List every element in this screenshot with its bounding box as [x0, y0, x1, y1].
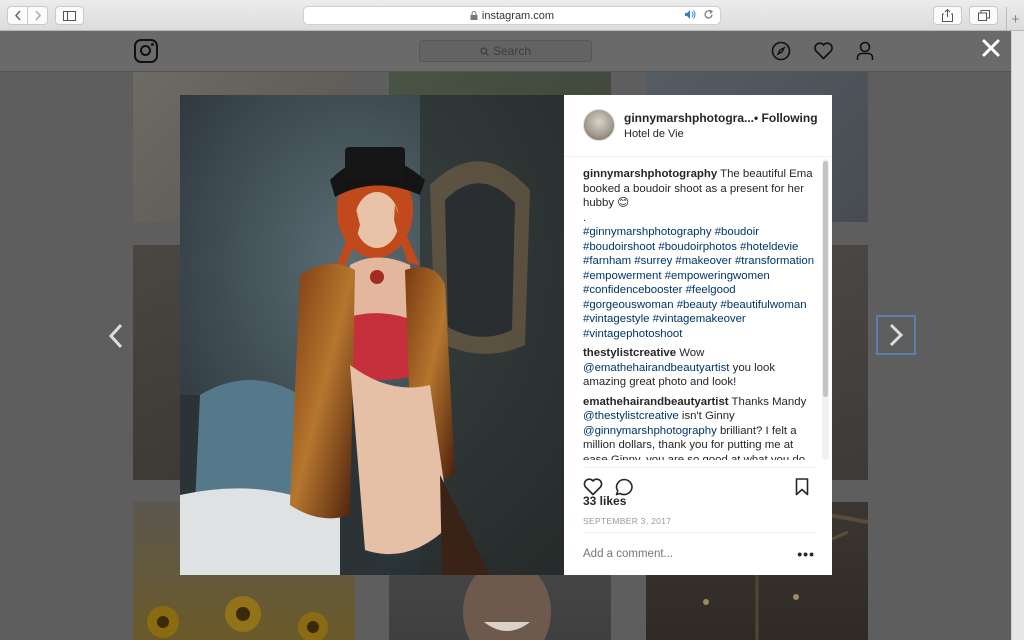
- likes-count[interactable]: 33 likes: [583, 494, 626, 508]
- add-comment-input[interactable]: [583, 548, 783, 560]
- instagram-logo-icon[interactable]: [134, 39, 158, 63]
- add-comment-bar: •••: [583, 532, 815, 575]
- post-caption: ginnymarshphotography The beautiful Ema …: [583, 167, 815, 341]
- sidebar-button[interactable]: [55, 6, 84, 25]
- heart-icon[interactable]: [813, 41, 834, 61]
- next-post-button[interactable]: [876, 315, 916, 355]
- search-input[interactable]: Search: [419, 40, 592, 62]
- comment-item: thestylistcreative Wow @emathehairandbea…: [583, 346, 815, 390]
- comment-mention[interactable]: @emathehairandbeautyartist: [583, 362, 729, 374]
- reload-icon[interactable]: [703, 9, 714, 20]
- post-username[interactable]: ginnymarshphotogra...: [624, 111, 754, 125]
- share-button[interactable]: [933, 6, 962, 25]
- new-tab-button[interactable]: +: [1006, 7, 1024, 31]
- comment-item: emathehairandbeautyartist Thanks Mandy @…: [583, 395, 815, 461]
- post-location[interactable]: Hotel de Vie: [624, 128, 684, 140]
- post-actions: [583, 467, 815, 496]
- chevron-right-icon: [34, 10, 41, 21]
- comment-author[interactable]: emathehairandbeautyartist: [583, 396, 729, 408]
- forward-button[interactable]: [27, 7, 47, 24]
- caption-author[interactable]: ginnymarshphotography: [583, 168, 717, 180]
- comment-text: isn't Ginny: [678, 410, 735, 422]
- address-url: instagram.com: [481, 9, 555, 22]
- comment-author[interactable]: thestylistcreative: [583, 347, 676, 359]
- close-icon[interactable]: [980, 37, 1002, 59]
- bookmark-icon[interactable]: [795, 478, 809, 496]
- lock-icon: [470, 11, 478, 20]
- profile-icon[interactable]: [856, 41, 874, 61]
- search-icon: [480, 46, 489, 56]
- comment-mention[interactable]: @ginnymarshphotography: [583, 425, 717, 437]
- comment-text: Wow: [676, 347, 705, 359]
- comments-list[interactable]: ginnymarshphotography The beautiful Ema …: [583, 167, 815, 460]
- post-photo[interactable]: [180, 95, 564, 575]
- page-scrollbar[interactable]: [1011, 31, 1024, 640]
- chevron-left-icon: [14, 10, 21, 21]
- back-button[interactable]: [8, 7, 27, 24]
- post-date: SEPTEMBER 3, 2017: [583, 516, 672, 526]
- tabs-button[interactable]: [969, 6, 998, 25]
- compass-icon[interactable]: [771, 41, 791, 61]
- browser-toolbar: instagram.com +: [0, 0, 1024, 31]
- caption-dot: .: [583, 211, 587, 224]
- tabs-overview-icon: [977, 10, 990, 21]
- instagram-header: Search: [0, 31, 1011, 72]
- speaker-icon[interactable]: [684, 9, 697, 20]
- comment-text: Thanks Mandy: [728, 395, 807, 408]
- comment-mention[interactable]: @thestylistcreative: [583, 410, 679, 422]
- previous-post-arrow-icon[interactable]: [106, 322, 126, 350]
- next-post-arrow-icon: [889, 323, 904, 347]
- comments-scroll-thumb[interactable]: [823, 161, 828, 397]
- share-icon: [942, 9, 953, 22]
- avatar[interactable]: [583, 109, 615, 141]
- post-header: ginnymarshphotogra... • Following Hotel …: [564, 95, 832, 157]
- more-options-button[interactable]: •••: [797, 546, 815, 562]
- boudoir-photo-image: [180, 95, 564, 575]
- nav-buttons: [7, 6, 48, 25]
- header-icons: [771, 41, 874, 61]
- search-placeholder: Search: [492, 44, 532, 58]
- sidebar-icon: [63, 10, 76, 21]
- caption-hashtags[interactable]: #ginnymarshphotography #boudoir #boudoir…: [583, 226, 814, 340]
- following-button[interactable]: • Following: [754, 111, 818, 125]
- address-bar[interactable]: instagram.com: [303, 6, 721, 25]
- post-details-panel: ginnymarshphotogra... • Following Hotel …: [564, 95, 832, 575]
